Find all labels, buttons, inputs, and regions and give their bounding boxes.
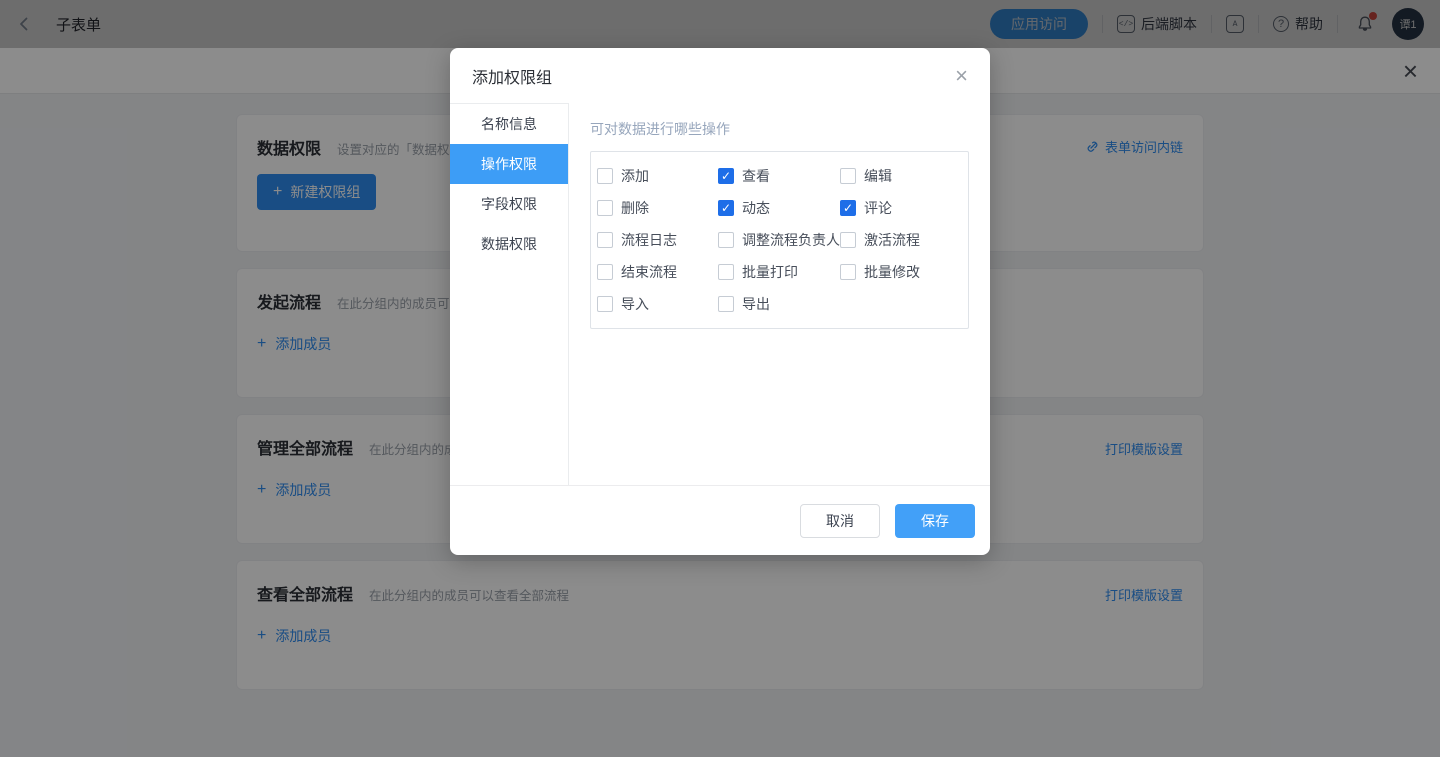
operation-label: 评论 [864,198,892,218]
operation-checkbox-item[interactable]: 调整流程负责人 [718,230,840,250]
operation-label: 动态 [742,198,770,218]
operation-checkbox-item[interactable]: 流程日志 [597,230,718,250]
checkbox-unchecked-icon[interactable] [840,232,856,248]
operation-checkbox-item[interactable]: 添加 [597,166,718,186]
checkbox-unchecked-icon[interactable] [597,296,613,312]
operation-label: 添加 [621,166,649,186]
operation-label: 批量打印 [742,262,798,282]
operation-checkbox-item[interactable]: 删除 [597,198,718,218]
operation-label: 导出 [742,294,770,314]
checkbox-checked-icon[interactable] [718,168,734,184]
save-button[interactable]: 保存 [895,504,975,538]
add-permission-group-dialog: 添加权限组 × 名称信息操作权限字段权限数据权限 可对数据进行哪些操作 添加 查看… [450,48,990,555]
dialog-tab[interactable]: 数据权限 [450,224,568,264]
dialog-close-icon[interactable]: × [955,65,968,87]
section-title: 可对数据进行哪些操作 [590,119,969,139]
dialog-tab[interactable]: 名称信息 [450,104,568,144]
operation-checkbox-item[interactable]: 导入 [597,294,718,314]
dialog-footer: 取消 保存 [450,485,990,555]
operation-checkbox-item[interactable]: 批量修改 [840,262,962,282]
operation-label: 流程日志 [621,230,677,250]
checkbox-checked-icon[interactable] [840,200,856,216]
checkbox-unchecked-icon[interactable] [597,200,613,216]
operations-grid: 添加 查看 编辑删除 动态 评论流程日志 调整流程负责人 激活流程结束流程 批量打印 批量修改导… [590,151,969,329]
operation-checkbox-item[interactable]: 评论 [840,198,962,218]
operation-checkbox-item[interactable]: 批量打印 [718,262,840,282]
checkbox-unchecked-icon[interactable] [840,168,856,184]
dialog-tabs: 名称信息操作权限字段权限数据权限 [450,103,569,485]
stage: 子表单 应用访问 </> 后端脚本 A ? 帮助 [0,0,1440,757]
dialog-title: 添加权限组 [472,64,552,88]
operation-checkbox-item[interactable]: 动态 [718,198,840,218]
checkbox-checked-icon[interactable] [718,200,734,216]
checkbox-unchecked-icon[interactable] [840,264,856,280]
operation-label: 调整流程负责人 [742,230,840,250]
checkbox-unchecked-icon[interactable] [718,264,734,280]
operation-checkbox-item[interactable]: 导出 [718,294,840,314]
operation-checkbox-item[interactable]: 查看 [718,166,840,186]
operation-checkbox-item[interactable]: 结束流程 [597,262,718,282]
checkbox-unchecked-icon[interactable] [597,232,613,248]
dialog-tab[interactable]: 字段权限 [450,184,568,224]
checkbox-unchecked-icon[interactable] [718,296,734,312]
operation-label: 删除 [621,198,649,218]
dialog-tab[interactable]: 操作权限 [450,144,568,184]
operation-label: 查看 [742,166,770,186]
checkbox-unchecked-icon[interactable] [718,232,734,248]
dialog-content: 可对数据进行哪些操作 添加 查看 编辑删除 动态 评论流程日志 调整流程负责人 激活流程结束… [569,103,990,485]
operation-label: 导入 [621,294,649,314]
checkbox-unchecked-icon[interactable] [597,264,613,280]
operation-label: 激活流程 [864,230,920,250]
operation-checkbox-item[interactable]: 编辑 [840,166,962,186]
operation-label: 批量修改 [864,262,920,282]
operation-label: 结束流程 [621,262,677,282]
dialog-body: 名称信息操作权限字段权限数据权限 可对数据进行哪些操作 添加 查看 编辑删除 动态 评论… [450,103,990,485]
checkbox-unchecked-icon[interactable] [597,168,613,184]
dialog-header: 添加权限组 × [450,48,990,103]
operation-checkbox-item[interactable]: 激活流程 [840,230,962,250]
cancel-button[interactable]: 取消 [800,504,880,538]
operation-label: 编辑 [864,166,892,186]
